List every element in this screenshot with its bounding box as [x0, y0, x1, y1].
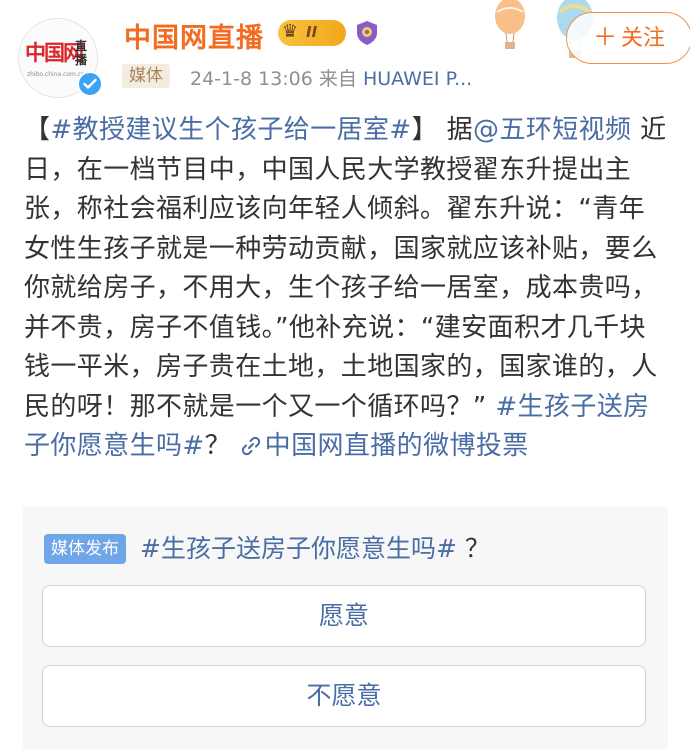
shield-badge-icon[interactable]: [355, 20, 379, 46]
vote-link[interactable]: 中国网直播的微博投票: [240, 431, 529, 461]
topic-link[interactable]: #教授建议生个孩子给一居室#: [50, 115, 411, 145]
vote-option-no[interactable]: 不愿意: [42, 665, 646, 727]
vote-link-text: 中国网直播的微博投票: [264, 431, 529, 461]
post-time: 24-1-8 13:06: [190, 68, 313, 90]
follow-button[interactable]: ＋关注: [566, 12, 690, 64]
post-header: 中国网 直播 zhibo.china.com.cn 中国网直播 ♛ II 媒体 …: [0, 0, 690, 110]
bracket-open: 【: [24, 115, 51, 145]
plus-icon: ＋: [592, 23, 617, 51]
vote-question-topic[interactable]: #生孩子送房子你愿意生吗#: [140, 534, 457, 563]
post-text: 【#教授建议生个孩子给一居室#】 据@五环短视频 近日，在一档节目中，中国人民大…: [24, 111, 670, 467]
bracket-close: 】 据: [411, 115, 474, 145]
verified-icon: [77, 71, 103, 97]
follow-label: 关注: [620, 26, 665, 51]
question-mark: ？: [204, 431, 240, 461]
avatar-logo-text: 中国网: [25, 41, 84, 65]
link-icon: [241, 436, 260, 456]
post-meta: 24-1-8 13:06 来自 HUAWEI P...: [190, 64, 472, 91]
vote-question: #生孩子送房子你愿意生吗# ？: [140, 529, 490, 565]
vote-card: 媒体发布 #生孩子送房子你愿意生吗# ？ 愿意 不愿意: [23, 507, 668, 749]
vote-option-yes[interactable]: 愿意: [42, 585, 646, 647]
media-tag: 媒体: [122, 64, 170, 88]
account-name[interactable]: 中国网直播: [124, 16, 264, 55]
avatar-logo-url: zhibo.china.com.cn: [27, 71, 85, 78]
avatar-logo-sub: 直播: [75, 39, 88, 67]
source-label: 来自: [318, 68, 357, 90]
crown-icon: ♛: [282, 21, 299, 42]
post-body: 近日，在一档节目中，中国人民大学教授翟东升提出主张，称社会福利应该向年轻人倾斜。…: [24, 115, 667, 422]
mention-link[interactable]: @五环短视频: [473, 115, 631, 145]
vote-question-mark: ？: [456, 534, 490, 563]
post-source[interactable]: HUAWEI P...: [363, 68, 472, 90]
vote-badge: 媒体发布: [44, 534, 126, 564]
level-badge-text: II: [306, 23, 318, 41]
crown-badge-icon[interactable]: ♛ II: [278, 20, 346, 46]
